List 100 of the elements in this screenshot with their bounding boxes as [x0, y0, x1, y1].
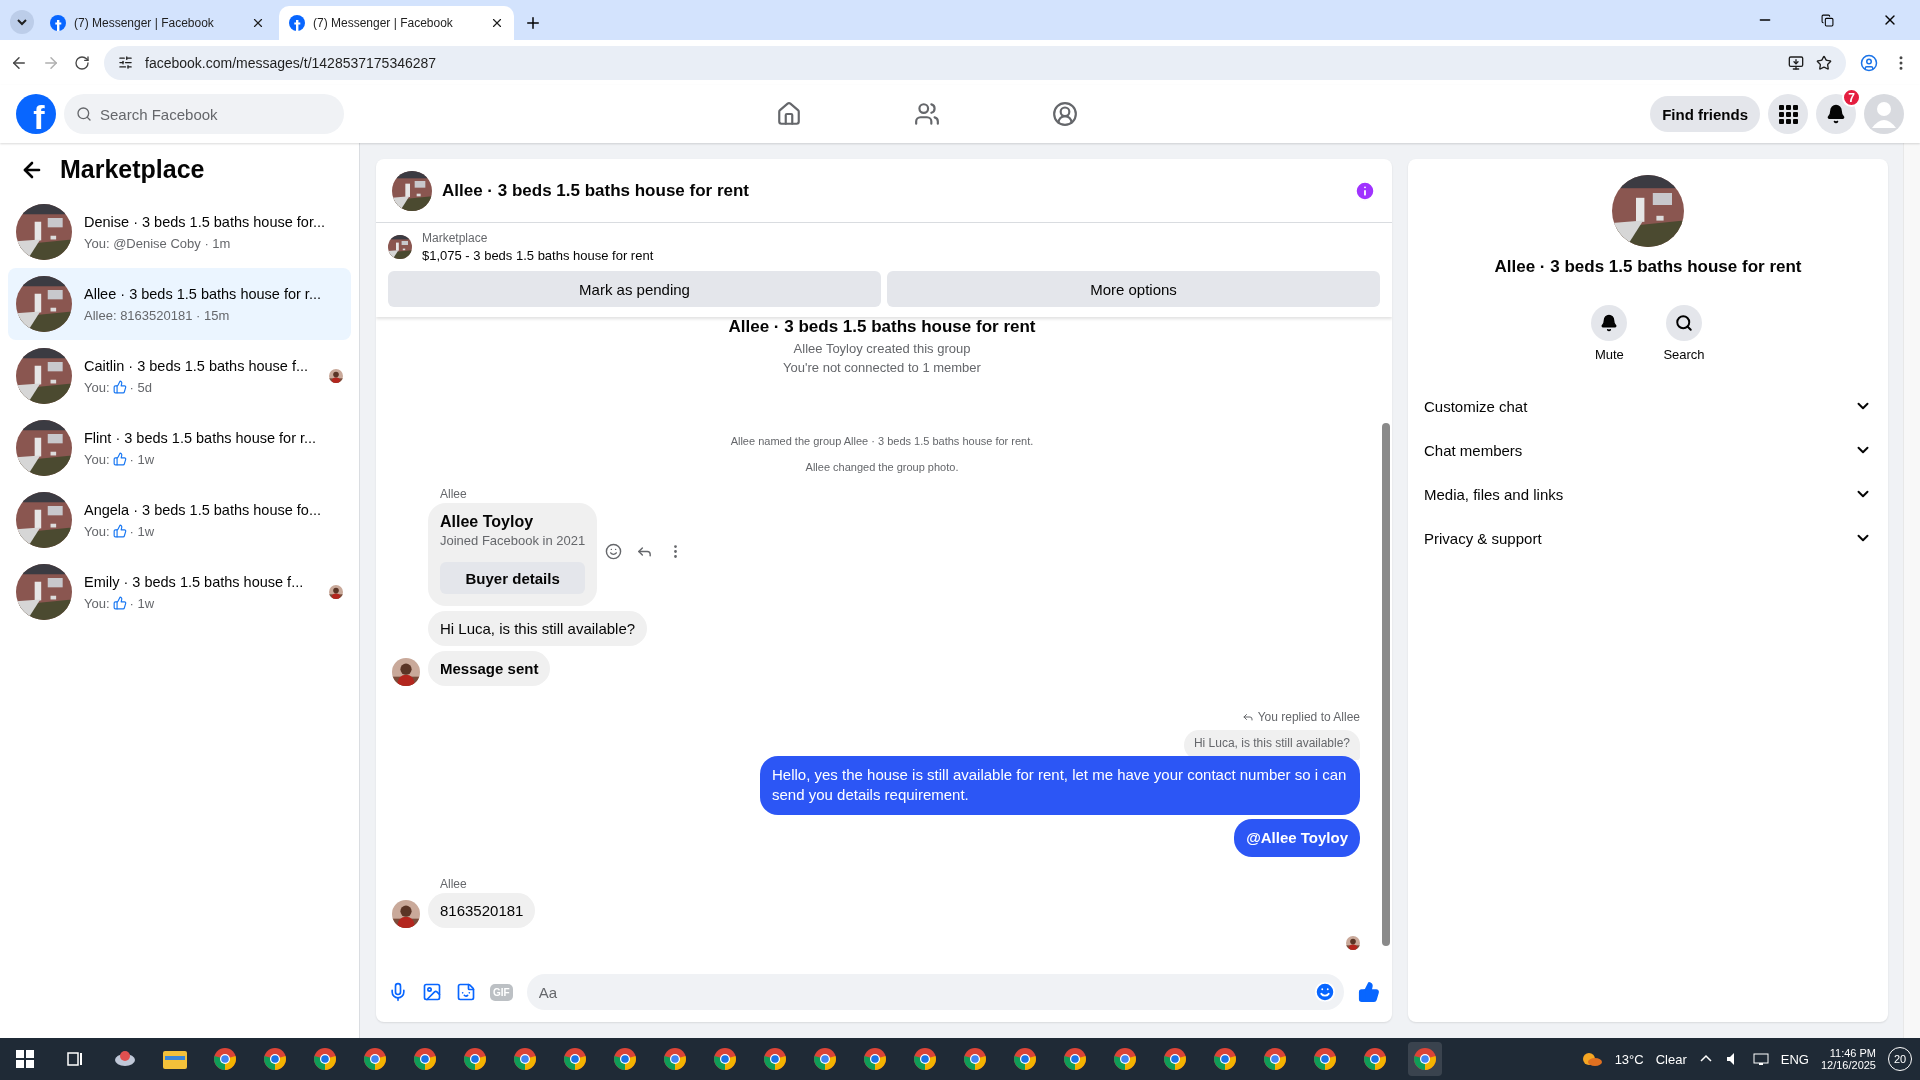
chrome-icon[interactable] [713, 1047, 737, 1071]
chrome-icon[interactable] [513, 1047, 537, 1071]
search-button[interactable] [1666, 305, 1702, 341]
search-icon [1675, 314, 1693, 332]
listing-button[interactable]: Mark as pending [388, 271, 881, 307]
conversation-item[interactable]: Flint · 3 beds 1.5 baths house for r... You: · 1w [8, 412, 351, 484]
search-icon [76, 106, 92, 122]
conversation-title: Denise · 3 beds 1.5 baths house for... [84, 213, 325, 232]
section-header[interactable]: Privacy & support [1416, 516, 1880, 560]
conversation-item[interactable]: Denise · 3 beds 1.5 baths house for... You: @Denise Coby · 1m [8, 196, 351, 268]
section-header[interactable]: Media, files and links [1416, 472, 1880, 516]
sticker-icon[interactable] [456, 982, 476, 1002]
chrome-icon[interactable] [363, 1047, 387, 1071]
close-icon[interactable] [490, 16, 504, 30]
conversation-item[interactable]: Allee · 3 beds 1.5 baths house for r... Allee: 8163520181 · 15m [8, 268, 351, 340]
time-text: · 1w [129, 595, 155, 611]
chrome-icon[interactable] [1313, 1047, 1337, 1071]
chrome-icon[interactable] [663, 1047, 687, 1071]
profile-subtitle: Joined Facebook in 2021 [440, 533, 586, 548]
conversation-item[interactable]: Caitlin · 3 beds 1.5 baths house f... You: · 5d [8, 340, 351, 412]
chrome-icon[interactable] [213, 1047, 237, 1071]
language-indicator[interactable]: ENG [1780, 1051, 1809, 1067]
message-field[interactable]: Aa [526, 974, 1344, 1010]
site-info-icon[interactable] [118, 55, 133, 70]
section-header[interactable]: Customize chat [1416, 384, 1880, 428]
message-bubble: @Allee Toyloy [1234, 818, 1360, 857]
browser-tab[interactable]: (7) Messenger | Facebook [40, 6, 275, 40]
buyer-details-button[interactable]: Buyer details [440, 562, 586, 594]
emoji-icon[interactable] [1314, 981, 1336, 1003]
facebook-logo[interactable]: f [16, 94, 56, 134]
preview-text: You: @Denise Coby · 1m [84, 235, 231, 251]
info-icon[interactable] [1354, 179, 1376, 202]
preview-text: You: [84, 595, 110, 611]
folder-icon[interactable] [163, 1048, 187, 1070]
mute-button[interactable] [1591, 305, 1628, 341]
chrome-icon[interactable] [813, 1047, 837, 1071]
close-icon[interactable] [251, 16, 265, 30]
chrome-icon[interactable] [413, 1047, 437, 1071]
image-icon[interactable] [422, 982, 442, 1002]
sidebar-title: Marketplace [60, 155, 205, 184]
page-scrollbar[interactable] [1903, 143, 1920, 1038]
conversation-item[interactable]: Angela · 3 beds 1.5 baths house fo... You: · 1w [8, 484, 351, 556]
browser-tab[interactable]: (7) Messenger | Facebook [279, 6, 514, 40]
scrollbar-thumb[interactable] [1382, 423, 1390, 946]
section-header[interactable]: Chat members [1416, 428, 1880, 472]
chrome-icon[interactable] [913, 1047, 937, 1071]
chrome-icon[interactable] [1363, 1047, 1387, 1071]
reload-icon[interactable] [74, 54, 90, 71]
conversation-item[interactable]: Emily · 3 beds 1.5 baths house f... You: · 1w [8, 556, 351, 628]
chrome-icon[interactable] [863, 1047, 887, 1071]
chrome-icon[interactable] [1063, 1047, 1087, 1071]
react-icon[interactable] [605, 543, 623, 560]
bookmark-icon[interactable] [1816, 54, 1832, 71]
time-text: · 1w [129, 523, 155, 539]
message-bubble: 8163520181 [428, 892, 536, 928]
action-label: Mute [1594, 347, 1624, 362]
menu-button[interactable] [1768, 94, 1808, 134]
groups-icon[interactable] [1052, 101, 1079, 127]
find-friends-button[interactable]: Find friends [1650, 96, 1760, 132]
tab-list-icon[interactable] [8, 8, 36, 36]
install-icon[interactable] [1788, 54, 1804, 71]
chrome-icon[interactable] [1163, 1047, 1187, 1071]
bell-icon [1826, 104, 1846, 124]
home-icon[interactable] [776, 101, 803, 127]
action-label: Search [1663, 347, 1705, 362]
like-icon [112, 596, 127, 611]
address-bar[interactable]: facebook.com/messages/t/1428537175346287 [104, 45, 1846, 80]
microphone-icon[interactable] [388, 982, 408, 1002]
chrome-icon[interactable] [1013, 1047, 1037, 1071]
chrome-icon[interactable] [963, 1047, 987, 1071]
sender-name: Allee [440, 487, 467, 501]
message-bubble: Hello, yes the house is still available for rent, let me have your contact number so i can send you details requirement. [760, 756, 1360, 815]
time-text: · 5d [129, 379, 152, 395]
chrome-icon[interactable] [563, 1047, 587, 1071]
friends-icon[interactable] [914, 101, 941, 127]
chrome-icon[interactable] [1213, 1047, 1237, 1071]
sender-name: Allee [440, 876, 467, 891]
preview-text: You: [84, 379, 110, 395]
chrome-icon[interactable] [263, 1047, 287, 1071]
new-tab-icon[interactable] [524, 14, 542, 32]
clock[interactable]: 11:46 PM 12/16/2025 [1820, 1047, 1876, 1071]
chrome-icon[interactable] [313, 1047, 337, 1071]
chrome-icon[interactable] [763, 1047, 787, 1071]
chrome-icon[interactable] [613, 1047, 637, 1071]
grid-icon [1778, 104, 1798, 124]
chrome-icon[interactable] [1113, 1047, 1137, 1071]
restore-icon[interactable] [1821, 14, 1834, 27]
chrome-icon[interactable] [1413, 1047, 1437, 1071]
task-view-icon[interactable] [66, 1050, 84, 1068]
like-icon[interactable] [1358, 981, 1380, 1003]
bell-icon [1600, 314, 1619, 332]
chrome-icon[interactable] [1263, 1047, 1287, 1071]
conversation-title: Flint · 3 beds 1.5 baths house for r... [84, 429, 317, 448]
group-title: Allee · 3 beds 1.5 baths house for rent [728, 317, 1036, 337]
network-icon[interactable] [1752, 1051, 1769, 1067]
search-field[interactable]: Search Facebook [64, 94, 344, 134]
conversation-title: Emily · 3 beds 1.5 baths house f... [84, 573, 305, 592]
listing-button[interactable]: More options [887, 271, 1380, 307]
profile-icon[interactable] [1860, 53, 1878, 72]
chrome-icon[interactable] [463, 1047, 487, 1071]
